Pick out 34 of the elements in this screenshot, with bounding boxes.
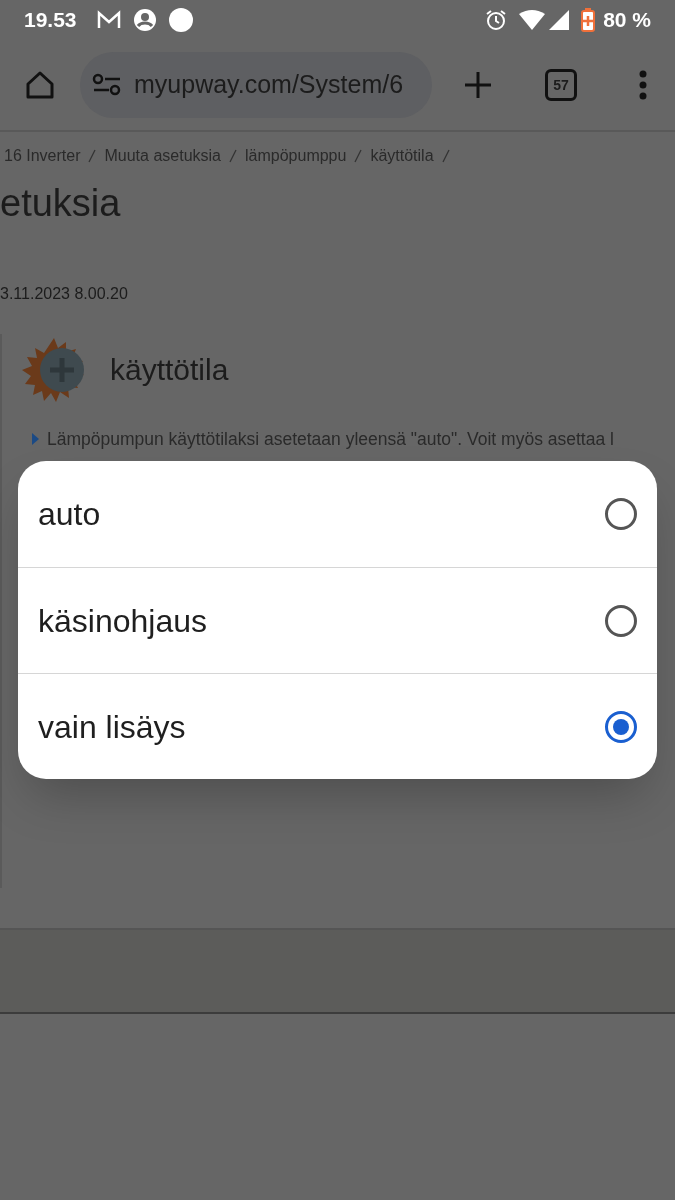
radio-button[interactable]	[605, 498, 637, 530]
signal-icon	[549, 10, 570, 30]
url-text: myupway.com/System/6	[134, 69, 404, 101]
plus-icon[interactable]	[463, 70, 493, 100]
site-settings-icon[interactable]	[92, 73, 122, 97]
clock-time: 19.53	[24, 7, 77, 34]
separator-icon	[354, 149, 363, 163]
mail-icon	[96, 10, 121, 30]
option-row[interactable]: auto	[18, 461, 657, 567]
breadcrumb-link[interactable]: 16 Inverter	[4, 144, 81, 168]
separator-icon	[441, 149, 450, 163]
address-bar[interactable]: myupway.com/System/6	[80, 52, 432, 118]
wifi-icon	[519, 10, 546, 30]
menu-icon[interactable]	[639, 70, 647, 100]
timestamp: 3.11.2023 8.00.20	[0, 283, 129, 304]
radio-button[interactable]	[605, 710, 637, 743]
option-row[interactable]: käsinohjaus	[18, 567, 657, 673]
breadcrumb-link[interactable]: lämpöpumppu	[245, 144, 347, 168]
page-title: etuksia	[0, 181, 122, 226]
battery-icon	[581, 8, 596, 32]
breadcrumb-link[interactable]: käyttötila	[370, 144, 434, 168]
option-row[interactable]: vain lisäys	[18, 673, 657, 779]
breadcrumb-link[interactable]: Muuta asetuksia	[104, 144, 221, 168]
home-icon[interactable]	[24, 69, 56, 101]
alarm-icon	[485, 9, 508, 31]
radio-button[interactable]	[605, 604, 637, 637]
separator-icon	[229, 149, 237, 163]
tab-count-button[interactable]: 57	[545, 69, 577, 101]
account-icon	[132, 8, 157, 32]
circle-icon	[168, 8, 193, 32]
battery-percent: 80 %	[603, 7, 651, 34]
section-title: käyttötila	[110, 352, 229, 388]
triangle-icon	[32, 432, 39, 445]
separator-icon	[88, 149, 97, 163]
